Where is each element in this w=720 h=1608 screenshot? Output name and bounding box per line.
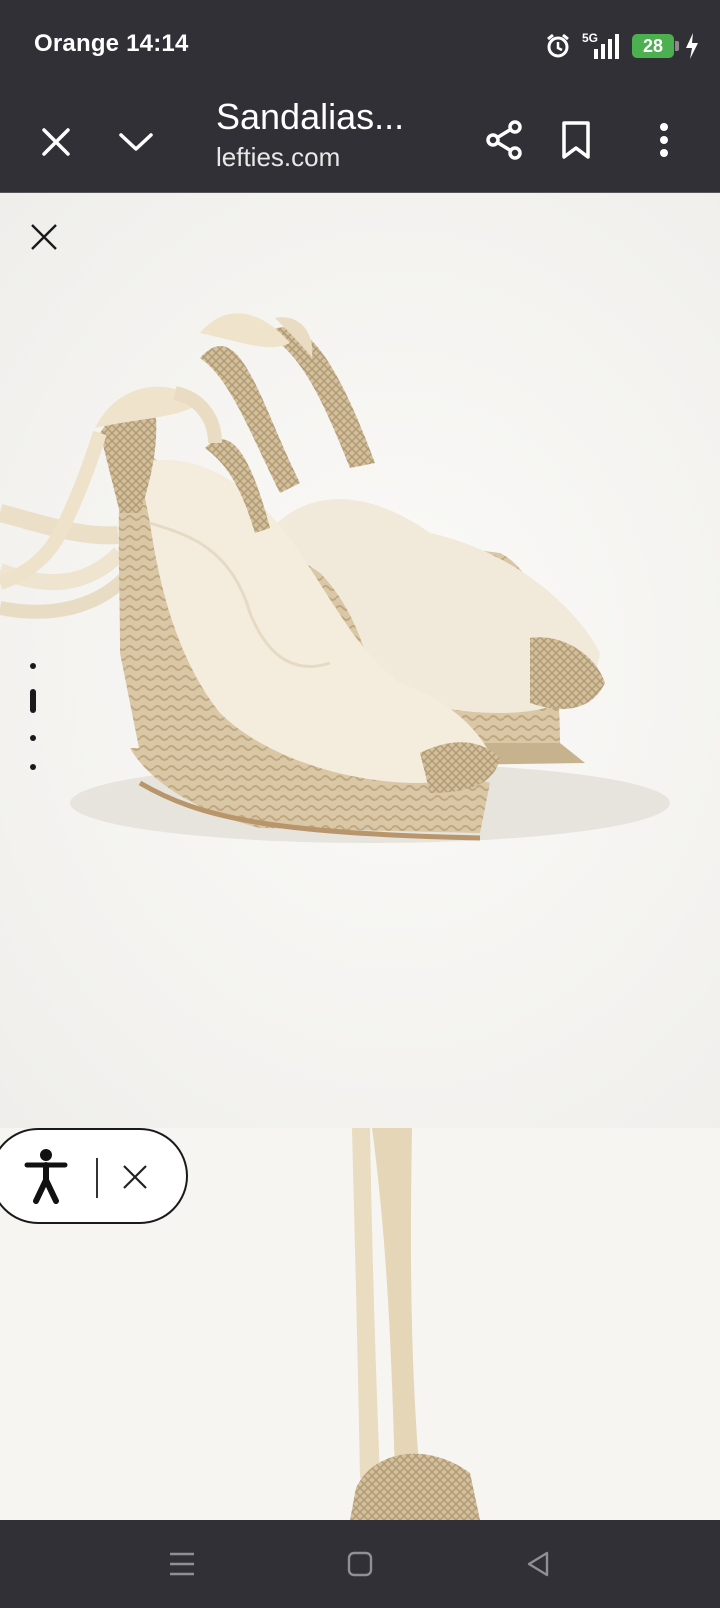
accessibility-widget [0,1128,188,1224]
system-nav-bar [0,1520,720,1608]
page-dot[interactable] [30,764,36,770]
battery-level: 28 [642,36,664,56]
status-icons: 5G 28 [544,28,700,64]
product-gallery[interactable] [0,193,720,1520]
gallery-pagination [28,663,38,783]
page-url: lefties.com [216,142,341,172]
close-tab-button[interactable] [30,116,82,168]
page-dot[interactable] [30,735,36,741]
carrier-time: Orange 14:14 [34,30,189,58]
accessibility-button[interactable] [16,1144,76,1208]
clock: 14:14 [126,30,189,57]
close-gallery-button[interactable] [22,215,66,259]
more-vert-icon [660,123,668,157]
espadrille-sandals-image [0,313,670,843]
bookmark-button[interactable] [552,112,600,168]
page-title-area[interactable]: Sandalias... lefties.com [216,96,436,173]
close-gallery-icon [31,224,57,250]
back-button[interactable] [516,1542,560,1586]
status-bar: Orange 14:14 5G 28 [0,0,720,92]
more-options-button[interactable] [640,112,688,168]
divider [96,1158,98,1198]
menu-icon [170,1552,194,1576]
close-icon [123,1165,147,1189]
close-accessibility-button[interactable] [114,1156,156,1198]
page-dot-active[interactable] [30,689,36,713]
carrier-label: Orange [34,30,120,57]
recents-button[interactable] [160,1542,204,1586]
close-icon [42,128,70,156]
accessibility-icon [24,1149,68,1204]
network-badge: 5G [582,31,622,61]
battery-icon: 28 [632,34,679,58]
home-button[interactable] [338,1542,382,1586]
product-image-1[interactable] [0,193,720,1128]
browser-toolbar: Sandalias... lefties.com [0,92,720,193]
alarm-icon [547,33,569,58]
network-type: 5G [582,31,599,45]
page-title: Sandalias... [216,96,405,137]
minimize-button[interactable] [110,116,162,168]
share-icon [486,120,522,160]
page-dot[interactable] [30,663,36,669]
share-button[interactable] [478,112,530,168]
bookmark-icon [562,121,590,159]
chevron-down-icon [119,133,153,151]
back-icon [527,1551,549,1577]
home-icon [347,1551,373,1577]
charging-icon [686,33,698,59]
